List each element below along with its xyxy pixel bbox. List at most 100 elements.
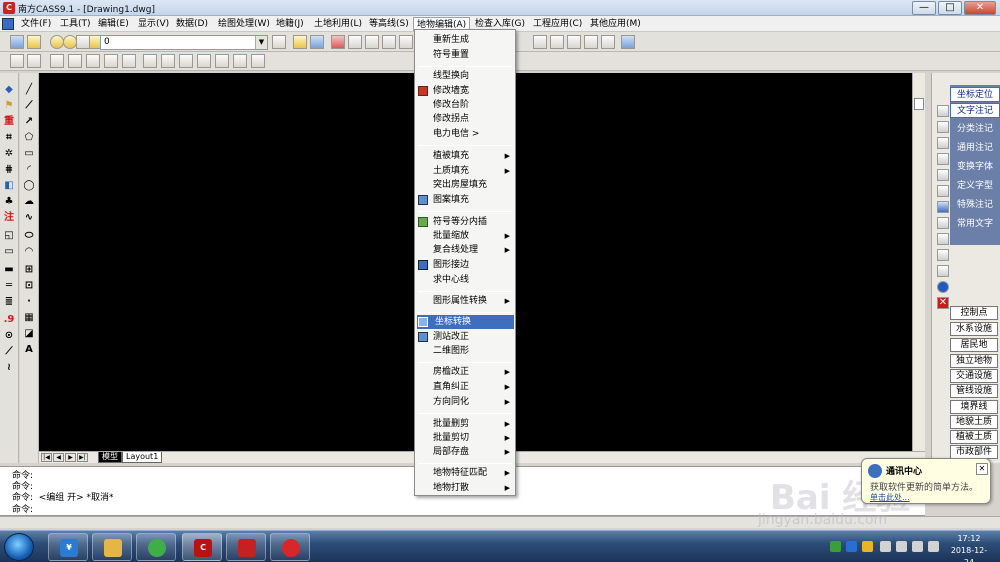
btn-boundary-line[interactable]: 境界线 bbox=[950, 400, 998, 414]
make-block-icon[interactable]: ⊡ bbox=[22, 279, 36, 292]
open-icon[interactable] bbox=[293, 35, 307, 49]
btn-independent-feature[interactable]: 独立地物 bbox=[950, 354, 998, 368]
prev-tab-icon[interactable]: ◀ bbox=[53, 453, 64, 462]
slope-icon[interactable]: ⟋ bbox=[2, 345, 16, 358]
hatch-draw-icon[interactable]: ▦ bbox=[22, 311, 36, 324]
rectangle-icon[interactable]: ▭ bbox=[2, 245, 16, 258]
minimize-button[interactable]: — bbox=[912, 1, 936, 15]
menu-engineering[interactable]: 工程应用(C) bbox=[530, 17, 585, 31]
btn-municipal-parts[interactable]: 市政部件 bbox=[950, 445, 998, 459]
layer-dropdown[interactable]: 0 ▼ bbox=[100, 35, 268, 50]
dash-icon[interactable]: ▬ bbox=[2, 263, 16, 276]
update-tray-icon[interactable] bbox=[862, 541, 873, 552]
axis-icon-11[interactable] bbox=[233, 54, 247, 68]
layer-manager-icon[interactable] bbox=[10, 35, 24, 49]
input-tray-icon[interactable] bbox=[846, 541, 857, 552]
menu-item-direction-align[interactable]: 方向同化 ▶ bbox=[415, 395, 515, 409]
ellipse-arc-icon[interactable]: ◠ bbox=[22, 245, 36, 258]
btn-pipeline-facilities[interactable]: 管线设施 bbox=[950, 384, 998, 398]
construction-line-icon[interactable]: ↗ bbox=[22, 115, 36, 128]
panel-zoom-out-icon[interactable] bbox=[937, 169, 949, 181]
polyline-icon[interactable]: ⟋ bbox=[22, 99, 36, 112]
tab-model[interactable]: 模型 bbox=[98, 452, 122, 463]
taskbar-app-browser[interactable] bbox=[136, 533, 176, 561]
tab-change-font[interactable]: 变换字体 bbox=[950, 160, 1000, 175]
line-break-icon[interactable] bbox=[584, 35, 598, 49]
road-icon[interactable]: ◧ bbox=[2, 179, 16, 192]
menu-item-station-correct[interactable]: 测站改正 bbox=[415, 330, 515, 344]
linetype-icon[interactable] bbox=[272, 35, 286, 49]
tab-class-annotation[interactable]: 分类注记 bbox=[950, 122, 1000, 137]
annotation-icon[interactable]: 注 bbox=[2, 211, 16, 224]
zoom-icon[interactable] bbox=[365, 35, 379, 49]
revcloud-icon[interactable]: ☁ bbox=[22, 195, 36, 208]
menu-item-house-fill[interactable]: 突出房屋填充 bbox=[415, 178, 515, 192]
axis-icon-3[interactable] bbox=[86, 54, 100, 68]
menu-data[interactable]: 数据(D) bbox=[173, 17, 211, 31]
menu-drawing[interactable]: 绘图处理(W) bbox=[215, 17, 273, 31]
query-icon-1[interactable] bbox=[10, 54, 24, 68]
close-button[interactable]: ✕ bbox=[964, 1, 996, 15]
info-icon[interactable] bbox=[937, 281, 949, 293]
maximize-button[interactable]: □ bbox=[938, 1, 962, 15]
notification-link[interactable]: 单击此处... bbox=[870, 492, 910, 503]
delete-icon[interactable]: ✕ bbox=[937, 297, 949, 309]
menu-item-edge-match[interactable]: 图形接边 bbox=[415, 258, 515, 272]
panel-table-icon[interactable] bbox=[937, 265, 949, 277]
vertical-scrollbar[interactable] bbox=[912, 73, 925, 451]
axis-icon-1[interactable] bbox=[50, 54, 64, 68]
axis-icon-2[interactable] bbox=[68, 54, 82, 68]
security-tray-icon[interactable] bbox=[830, 541, 841, 552]
close-icon[interactable]: ✕ bbox=[976, 463, 988, 475]
text-icon[interactable]: A bbox=[22, 343, 36, 356]
block-icon[interactable]: ◱ bbox=[2, 229, 16, 242]
layer-state-icon[interactable] bbox=[27, 35, 41, 49]
menu-item-modify-steps[interactable]: 修改台阶 bbox=[415, 98, 515, 112]
axis-icon-7[interactable] bbox=[161, 54, 175, 68]
zoom-extents-icon[interactable] bbox=[399, 35, 413, 49]
zoom-window-icon[interactable] bbox=[382, 35, 396, 49]
freeze-icon[interactable] bbox=[76, 35, 90, 49]
menu-contour[interactable]: 等高线(S) bbox=[366, 17, 412, 31]
start-button[interactable] bbox=[4, 533, 34, 561]
menu-item-hatch-fill[interactable]: 图案填充 bbox=[415, 193, 515, 207]
save-icon[interactable] bbox=[310, 35, 324, 49]
menu-item-eave-correct[interactable]: 房檐改正 ▶ bbox=[415, 365, 515, 379]
menu-item-symbol-reset[interactable]: 符号重置 bbox=[415, 48, 515, 62]
menu-item-coord-transform[interactable]: 坐标转换 bbox=[417, 315, 514, 329]
btn-residential[interactable]: 居民地 bbox=[950, 338, 998, 352]
menu-item-batch-cut[interactable]: 批量剪切 ▶ bbox=[415, 431, 515, 445]
polygon-icon[interactable]: ⬠ bbox=[22, 131, 36, 144]
elevation-icon[interactable]: .9 bbox=[2, 313, 16, 326]
vertical-scroll-thumb[interactable] bbox=[914, 98, 924, 110]
menu-item-feature-explode[interactable]: 地物打散 ▶ bbox=[415, 481, 515, 495]
menu-item-batch-scale[interactable]: 批量缩放 ▶ bbox=[415, 229, 515, 243]
network-tray-icon[interactable] bbox=[880, 541, 891, 552]
tab-layout1[interactable]: Layout1 bbox=[122, 452, 163, 463]
menu-tools[interactable]: 工具(T) bbox=[57, 17, 94, 31]
panel-tool-icon-1[interactable] bbox=[937, 105, 949, 117]
panel-zoom-window-icon[interactable] bbox=[937, 137, 949, 149]
menu-edit[interactable]: 编辑(E) bbox=[95, 17, 132, 31]
panel-node-icon[interactable] bbox=[937, 201, 949, 213]
first-tab-icon[interactable]: |◀ bbox=[41, 453, 52, 462]
document-icon[interactable] bbox=[2, 18, 14, 30]
axis-icon-4[interactable] bbox=[104, 54, 118, 68]
taskbar-app-explorer[interactable] bbox=[92, 533, 132, 561]
circle-icon[interactable]: ◯ bbox=[22, 179, 36, 192]
grid-icon[interactable]: ⌗ bbox=[2, 131, 16, 144]
menu-item-soil-fill[interactable]: 土质填充 ▶ bbox=[415, 164, 515, 178]
taskbar-app-pdf[interactable] bbox=[226, 533, 266, 561]
flag-tray-icon[interactable] bbox=[896, 541, 907, 552]
erase-icon[interactable] bbox=[348, 35, 362, 49]
taskbar-app-game[interactable] bbox=[270, 533, 310, 561]
taskbar-clock[interactable]: 17:12 2018-12-24 bbox=[946, 533, 992, 562]
menu-item-modify-vertex[interactable]: 修改拐点 bbox=[415, 112, 515, 126]
line-icon[interactable]: ╱ bbox=[22, 83, 36, 96]
flag-icon[interactable]: ⚑ bbox=[2, 99, 16, 112]
btn-control-point[interactable]: 控制点 bbox=[950, 306, 998, 320]
keyboard-tray-icon[interactable] bbox=[928, 541, 939, 552]
menu-item-partial-save[interactable]: 局部存盘 ▶ bbox=[415, 445, 515, 459]
menu-item-regenerate[interactable]: 重新生成 bbox=[415, 33, 515, 47]
trim-icon[interactable] bbox=[601, 35, 615, 49]
